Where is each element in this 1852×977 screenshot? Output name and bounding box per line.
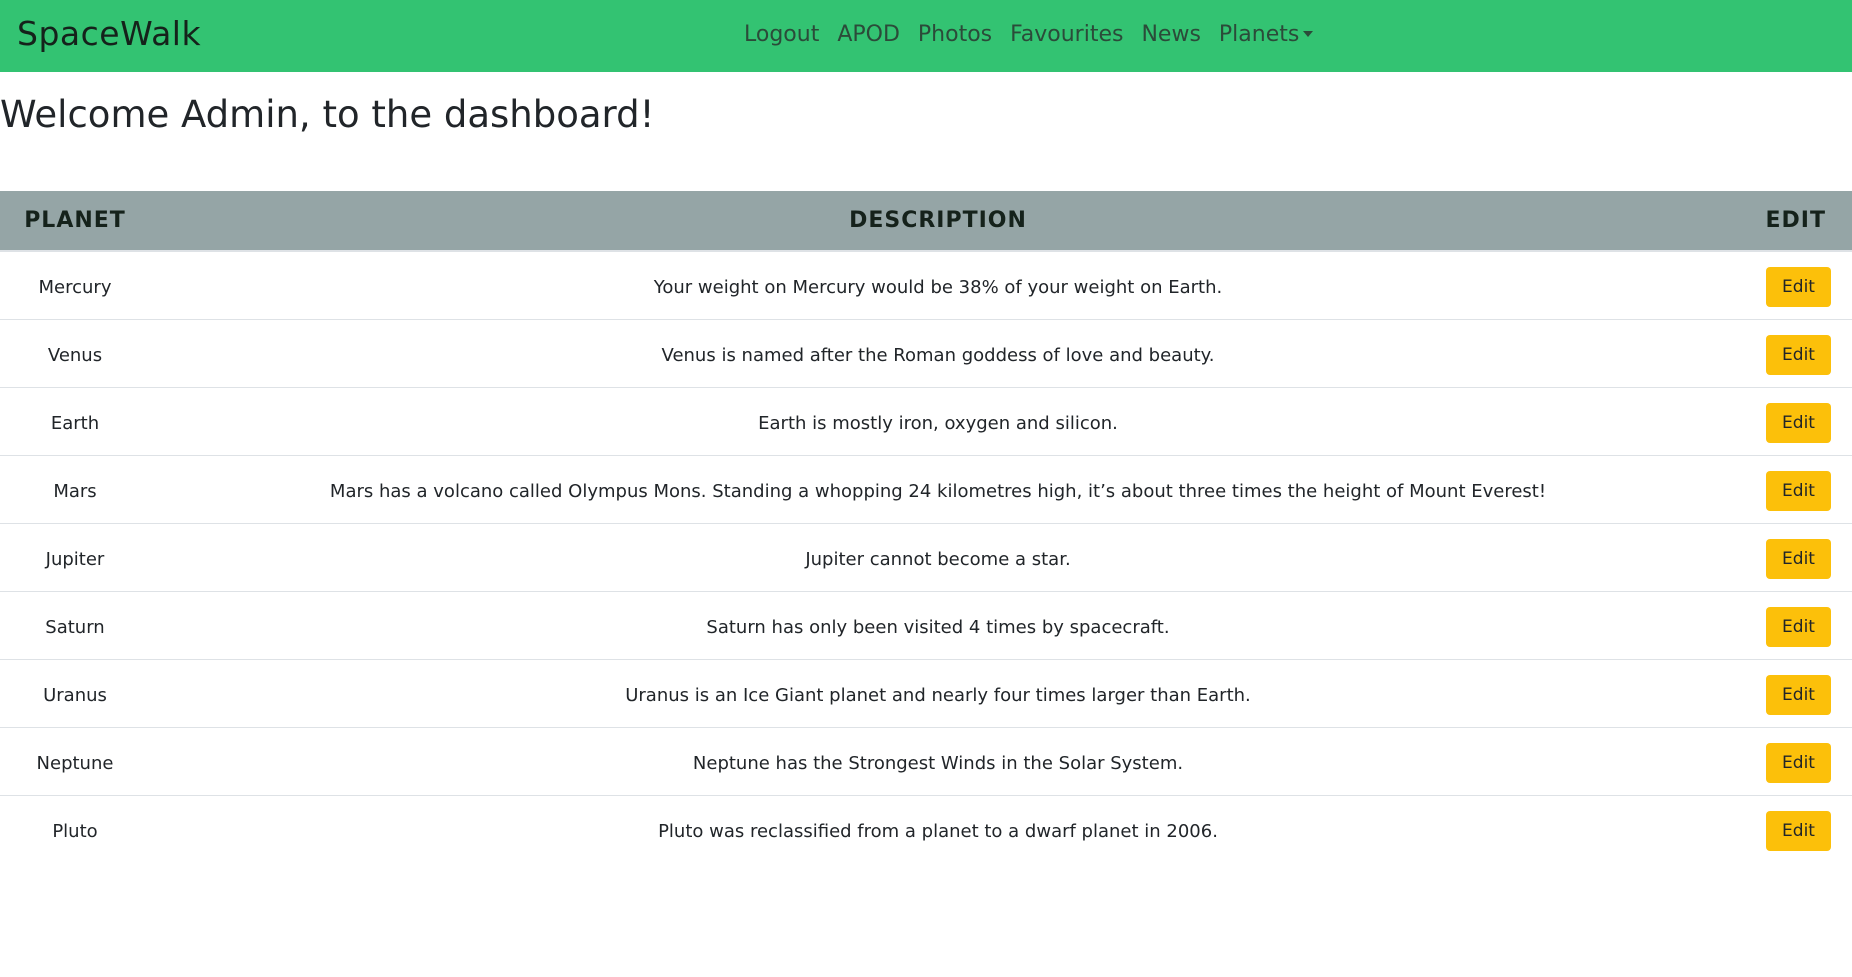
nav-news[interactable]: News bbox=[1141, 21, 1200, 49]
nav-planets-dropdown[interactable]: Planets bbox=[1218, 21, 1314, 49]
planet-description: Saturn has only been visited 4 times by … bbox=[150, 591, 1726, 660]
table-row: Mercury Your weight on Mercury would be … bbox=[0, 251, 1852, 320]
planets-table: PLANET DESCRIPTION EDIT Mercury Your wei… bbox=[0, 191, 1852, 863]
edit-button[interactable]: Edit bbox=[1766, 811, 1831, 851]
planet-name: Pluto bbox=[52, 821, 98, 842]
caret-down-icon bbox=[1303, 31, 1314, 37]
planet-name: Neptune bbox=[0, 727, 150, 796]
edit-button[interactable]: Edit bbox=[1766, 403, 1831, 443]
table-row: Neptune Neptune has the Strongest Winds … bbox=[0, 727, 1852, 796]
edit-button[interactable]: Edit bbox=[1766, 539, 1831, 579]
edit-button[interactable]: Edit bbox=[1766, 607, 1831, 647]
edit-button[interactable]: Edit bbox=[1766, 335, 1831, 375]
top-navbar: SpaceWalk Logout APOD Photos Favourites … bbox=[0, 0, 1852, 72]
planet-description: Venus is named after the Roman goddess o… bbox=[150, 319, 1726, 388]
planet-description: Pluto was reclassified from a planet to … bbox=[658, 821, 1218, 842]
header-planet: PLANET bbox=[0, 191, 150, 252]
planet-name: Venus bbox=[0, 319, 150, 388]
planet-name: Uranus bbox=[0, 659, 150, 728]
nav-planets-label: Planets bbox=[1218, 22, 1300, 47]
nav-photos[interactable]: Photos bbox=[918, 21, 992, 49]
nav-apod[interactable]: APOD bbox=[837, 21, 900, 49]
nav-favourites[interactable]: Favourites bbox=[1010, 21, 1123, 49]
edit-button[interactable]: Edit bbox=[1766, 471, 1831, 511]
table-row: Venus Venus is named after the Roman god… bbox=[0, 319, 1852, 388]
header-description: DESCRIPTION bbox=[150, 191, 1726, 252]
planet-description: Uranus is an Ice Giant planet and nearly… bbox=[150, 659, 1726, 728]
edit-button[interactable]: Edit bbox=[1766, 675, 1831, 715]
planet-description: Your weight on Mercury would be 38% of y… bbox=[150, 251, 1726, 320]
planet-name: Jupiter bbox=[0, 523, 150, 592]
planet-name: Earth bbox=[0, 387, 150, 456]
header-edit: EDIT bbox=[1726, 191, 1852, 252]
table-row: Saturn Saturn has only been visited 4 ti… bbox=[0, 591, 1852, 660]
edit-button[interactable]: Edit bbox=[1766, 267, 1831, 307]
table-row: Uranus Uranus is an Ice Giant planet and… bbox=[0, 659, 1852, 728]
edit-button[interactable]: Edit bbox=[1766, 743, 1831, 783]
planet-name: Saturn bbox=[0, 591, 150, 660]
planet-name: Mercury bbox=[0, 251, 150, 320]
planet-description: Jupiter cannot become a star. bbox=[150, 523, 1726, 592]
table-row: Pluto Pluto was reclassified from a plan… bbox=[0, 796, 1852, 864]
planet-description: Earth is mostly iron, oxygen and silicon… bbox=[150, 387, 1726, 456]
page-title: Welcome Admin, to the dashboard! bbox=[0, 93, 655, 136]
nav-links: Logout APOD Photos Favourites News Plane… bbox=[744, 21, 1331, 49]
planet-name: Mars bbox=[0, 455, 150, 524]
table-row: Earth Earth is mostly iron, oxygen and s… bbox=[0, 387, 1852, 456]
planet-description: Mars has a volcano called Olympus Mons. … bbox=[150, 455, 1726, 524]
table-row: Jupiter Jupiter cannot become a star. Ed… bbox=[0, 523, 1852, 592]
table-row: Mars Mars has a volcano called Olympus M… bbox=[0, 455, 1852, 524]
brand-logo[interactable]: SpaceWalk bbox=[17, 14, 201, 54]
table-header-row: PLANET DESCRIPTION EDIT bbox=[0, 191, 1852, 252]
nav-logout[interactable]: Logout bbox=[744, 21, 819, 49]
planet-description: Neptune has the Strongest Winds in the S… bbox=[150, 727, 1726, 796]
